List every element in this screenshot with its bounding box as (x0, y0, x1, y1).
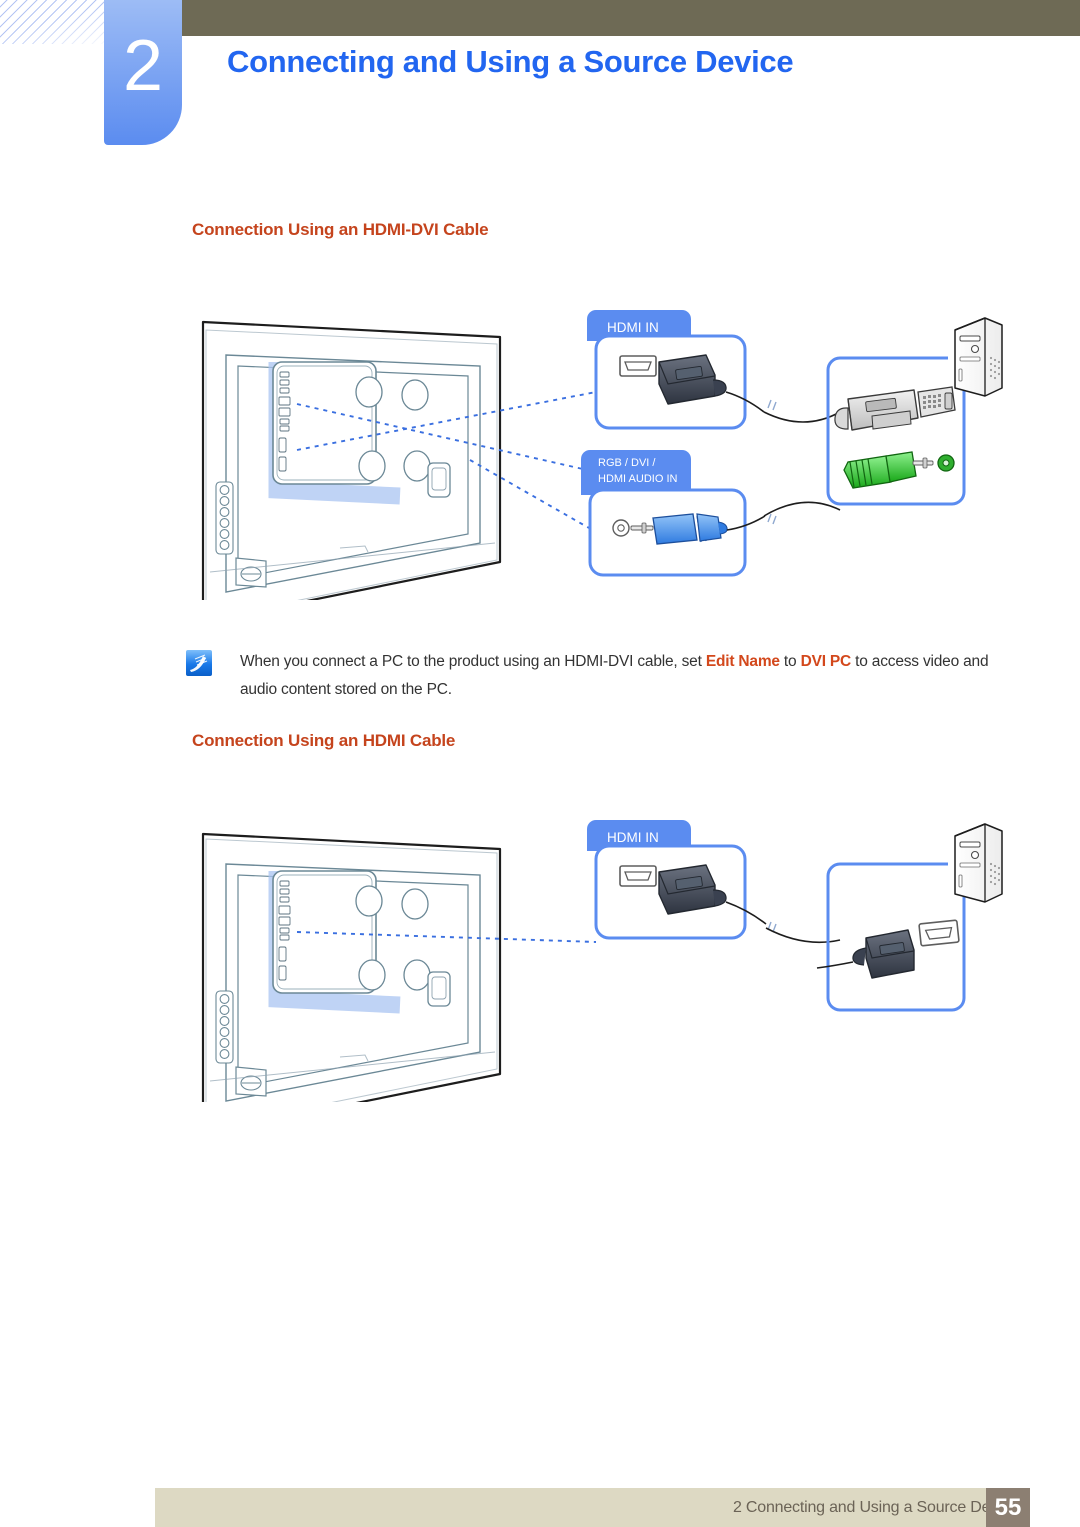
note-text: When you connect a PC to the product usi… (240, 648, 1016, 704)
callout-label-rgb-dvi-line1: RGB / DVI / (598, 457, 656, 469)
callout-source-pc (816, 823, 1003, 1012)
callout-label-hdmi-in: HDMI IN (607, 320, 659, 335)
callout-rgb-dvi-hdmi-audio-in: RGB / DVI / HDMI AUDIO IN (581, 450, 766, 577)
section-heading-hdmi: Connection Using an HDMI Cable (192, 731, 456, 750)
note-block: When you connect a PC to the product usi… (186, 648, 1016, 704)
callout-label-rgb-dvi-line2: HDMI AUDIO IN (598, 473, 678, 485)
callout-label-hdmi-in: HDMI IN (607, 830, 659, 845)
page-number: 55 (994, 1494, 1022, 1521)
audio-jack-green (843, 451, 955, 489)
cable-audio-run (763, 501, 841, 517)
note-text-middle: to (779, 653, 801, 670)
note-text-before: When you connect a PC to the product usi… (240, 653, 706, 670)
monitor-rear-panel (201, 832, 502, 1102)
note-pen-icon (186, 650, 212, 676)
dvi-plug-gray (834, 386, 956, 431)
manual-page: 2 Connecting and Using a Source Device C… (0, 0, 1080, 1527)
chapter-number: 2 (122, 26, 164, 106)
hdmi-port-icon (918, 919, 960, 947)
desktop-pc (954, 823, 1003, 903)
callout-hdmi-in: HDMI IN (587, 310, 765, 430)
callout-hdmi-in: HDMI IN (587, 820, 767, 940)
header-bar (141, 0, 1080, 36)
monitor-rear-panel (201, 320, 502, 600)
hdmi-dvi-connection-diagram: HDMI IN RGB / DVI / HDMI AUDIO IN (0, 300, 1080, 600)
hdmi-port-icon (619, 865, 657, 887)
footer-text: 2 Connecting and Using a Source Device (732, 1499, 1018, 1516)
hdmi-plug-black (852, 929, 915, 979)
callout-source-pc (826, 317, 1003, 506)
cable-break-marks (767, 399, 777, 525)
section-heading-hdmi-dvi: Connection Using an HDMI-DVI Cable (192, 220, 489, 239)
chapter-title: Connecting and Using a Source Device (227, 44, 794, 79)
hdmi-port-icon (619, 355, 657, 377)
note-emphasis-edit-name: Edit Name (705, 653, 780, 670)
note-emphasis-dvi-pc: DVI PC (800, 653, 852, 670)
desktop-pc (954, 317, 1003, 397)
audio-port-icon (612, 519, 630, 537)
hdmi-connection-diagram: HDMI IN (0, 812, 1080, 1102)
